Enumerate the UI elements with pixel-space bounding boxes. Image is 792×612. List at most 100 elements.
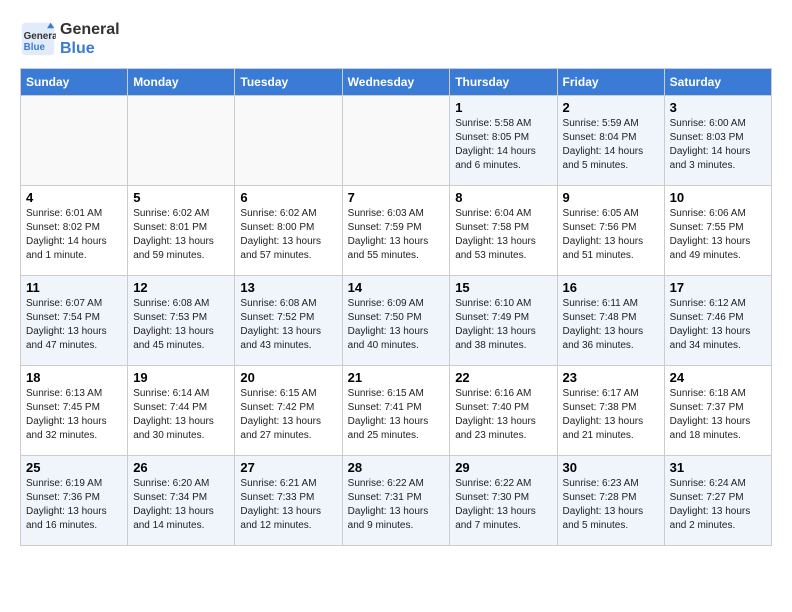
day-info: Sunrise: 6:10 AM Sunset: 7:49 PM Dayligh… bbox=[455, 297, 551, 353]
calendar-cell: 7 Sunrise: 6:03 AM Sunset: 7:59 PM Daylig… bbox=[342, 186, 450, 276]
calendar-cell: 15 Sunrise: 6:10 AM Sunset: 7:49 PM Dayli… bbox=[450, 276, 557, 366]
day-number: 25 bbox=[26, 460, 122, 475]
weekday-header-friday: Friday bbox=[557, 69, 664, 96]
calendar-cell: 23 Sunrise: 6:17 AM Sunset: 7:38 PM Dayli… bbox=[557, 366, 664, 456]
calendar-cell: 6 Sunrise: 6:02 AM Sunset: 8:00 PM Daylig… bbox=[235, 186, 342, 276]
weekday-header-sunday: Sunday bbox=[21, 69, 128, 96]
calendar-cell: 8Sunrise: 6:04 AM Sunset: 7:58 PM Daylig… bbox=[450, 186, 557, 276]
calendar-cell: 17Sunrise: 6:12 AM Sunset: 7:46 PM Dayli… bbox=[664, 276, 771, 366]
day-info: Sunrise: 6:09 AM Sunset: 7:50 PM Dayligh… bbox=[348, 297, 445, 353]
logo-text-blue: Blue bbox=[60, 39, 120, 58]
day-info: Sunrise: 6:02 AM Sunset: 8:01 PM Dayligh… bbox=[133, 207, 229, 263]
day-number: 4 bbox=[26, 190, 122, 205]
day-number: 5 bbox=[133, 190, 229, 205]
calendar-table: SundayMondayTuesdayWednesdayThursdayFrid… bbox=[20, 68, 772, 546]
logo: General Blue General Blue bbox=[20, 20, 120, 58]
weekday-header-wednesday: Wednesday bbox=[342, 69, 450, 96]
calendar-cell: 24 Sunrise: 6:18 AM Sunset: 7:37 PM Dayli… bbox=[664, 366, 771, 456]
svg-text:Blue: Blue bbox=[24, 42, 46, 53]
calendar-cell: 30Sunrise: 6:23 AM Sunset: 7:28 PM Dayli… bbox=[557, 456, 664, 546]
day-number: 24 bbox=[670, 370, 766, 385]
day-number: 20 bbox=[240, 370, 336, 385]
weekday-header-thursday: Thursday bbox=[450, 69, 557, 96]
day-info: Sunrise: 6:16 AM Sunset: 7:40 PM Dayligh… bbox=[455, 387, 551, 443]
day-info: Sunrise: 6:19 AM Sunset: 7:36 PM Dayligh… bbox=[26, 477, 122, 533]
logo-text-general: General bbox=[60, 20, 120, 39]
day-number: 26 bbox=[133, 460, 229, 475]
day-info: Sunrise: 6:08 AM Sunset: 7:53 PM Dayligh… bbox=[133, 297, 229, 353]
day-number: 12 bbox=[133, 280, 229, 295]
calendar-cell: 12 Sunrise: 6:08 AM Sunset: 7:53 PM Dayli… bbox=[128, 276, 235, 366]
day-info: Sunrise: 6:22 AM Sunset: 7:30 PM Dayligh… bbox=[455, 477, 551, 533]
day-number: 22 bbox=[455, 370, 551, 385]
weekday-header-row: SundayMondayTuesdayWednesdayThursdayFrid… bbox=[21, 69, 772, 96]
day-number: 8 bbox=[455, 190, 551, 205]
day-info: Sunrise: 6:11 AM Sunset: 7:48 PM Dayligh… bbox=[563, 297, 659, 353]
day-number: 1 bbox=[455, 100, 551, 115]
day-info: Sunrise: 6:13 AM Sunset: 7:45 PM Dayligh… bbox=[26, 387, 122, 443]
calendar-cell: 25 Sunrise: 6:19 AM Sunset: 7:36 PM Dayli… bbox=[21, 456, 128, 546]
day-number: 3 bbox=[670, 100, 766, 115]
calendar-week-2: 4Sunrise: 6:01 AM Sunset: 8:02 PM Daylig… bbox=[21, 186, 772, 276]
day-number: 2 bbox=[563, 100, 659, 115]
day-info: Sunrise: 6:18 AM Sunset: 7:37 PM Dayligh… bbox=[670, 387, 766, 443]
day-number: 17 bbox=[670, 280, 766, 295]
calendar-cell: 22 Sunrise: 6:16 AM Sunset: 7:40 PM Dayli… bbox=[450, 366, 557, 456]
calendar-cell bbox=[128, 96, 235, 186]
calendar-cell: 14 Sunrise: 6:09 AM Sunset: 7:50 PM Dayli… bbox=[342, 276, 450, 366]
day-info: Sunrise: 6:22 AM Sunset: 7:31 PM Dayligh… bbox=[348, 477, 445, 533]
calendar-cell: 28 Sunrise: 6:22 AM Sunset: 7:31 PM Dayli… bbox=[342, 456, 450, 546]
day-info: Sunrise: 6:15 AM Sunset: 7:41 PM Dayligh… bbox=[348, 387, 445, 443]
day-info: Sunrise: 6:08 AM Sunset: 7:52 PM Dayligh… bbox=[240, 297, 336, 353]
calendar-cell: 11Sunrise: 6:07 AM Sunset: 7:54 PM Dayli… bbox=[21, 276, 128, 366]
calendar-cell bbox=[235, 96, 342, 186]
day-number: 27 bbox=[240, 460, 336, 475]
calendar-cell: 2 Sunrise: 5:59 AM Sunset: 8:04 PM Daylig… bbox=[557, 96, 664, 186]
calendar-cell: 19 Sunrise: 6:14 AM Sunset: 7:44 PM Dayli… bbox=[128, 366, 235, 456]
day-number: 14 bbox=[348, 280, 445, 295]
day-number: 23 bbox=[563, 370, 659, 385]
day-number: 6 bbox=[240, 190, 336, 205]
day-info: Sunrise: 6:03 AM Sunset: 7:59 PM Dayligh… bbox=[348, 207, 445, 263]
day-info: Sunrise: 6:07 AM Sunset: 7:54 PM Dayligh… bbox=[26, 297, 122, 353]
day-info: Sunrise: 6:02 AM Sunset: 8:00 PM Dayligh… bbox=[240, 207, 336, 263]
day-number: 9 bbox=[563, 190, 659, 205]
day-number: 16 bbox=[563, 280, 659, 295]
calendar-cell: 31 Sunrise: 6:24 AM Sunset: 7:27 PM Dayli… bbox=[664, 456, 771, 546]
day-info: Sunrise: 6:17 AM Sunset: 7:38 PM Dayligh… bbox=[563, 387, 659, 443]
calendar-week-3: 11Sunrise: 6:07 AM Sunset: 7:54 PM Dayli… bbox=[21, 276, 772, 366]
calendar-cell: 20 Sunrise: 6:15 AM Sunset: 7:42 PM Dayli… bbox=[235, 366, 342, 456]
day-info: Sunrise: 6:06 AM Sunset: 7:55 PM Dayligh… bbox=[670, 207, 766, 263]
day-info: Sunrise: 6:00 AM Sunset: 8:03 PM Dayligh… bbox=[670, 117, 766, 173]
day-number: 18 bbox=[26, 370, 122, 385]
calendar-cell: 13 Sunrise: 6:08 AM Sunset: 7:52 PM Dayli… bbox=[235, 276, 342, 366]
calendar-cell: 29Sunrise: 6:22 AM Sunset: 7:30 PM Dayli… bbox=[450, 456, 557, 546]
day-number: 21 bbox=[348, 370, 445, 385]
day-info: Sunrise: 6:24 AM Sunset: 7:27 PM Dayligh… bbox=[670, 477, 766, 533]
day-number: 13 bbox=[240, 280, 336, 295]
calendar-cell: 18 Sunrise: 6:13 AM Sunset: 7:45 PM Dayli… bbox=[21, 366, 128, 456]
weekday-header-saturday: Saturday bbox=[664, 69, 771, 96]
day-number: 31 bbox=[670, 460, 766, 475]
day-info: Sunrise: 5:58 AM Sunset: 8:05 PM Dayligh… bbox=[455, 117, 551, 173]
day-number: 7 bbox=[348, 190, 445, 205]
day-number: 28 bbox=[348, 460, 445, 475]
calendar-cell: 4Sunrise: 6:01 AM Sunset: 8:02 PM Daylig… bbox=[21, 186, 128, 276]
calendar-cell: 10Sunrise: 6:06 AM Sunset: 7:55 PM Dayli… bbox=[664, 186, 771, 276]
calendar-cell: 27Sunrise: 6:21 AM Sunset: 7:33 PM Dayli… bbox=[235, 456, 342, 546]
calendar-cell: 26Sunrise: 6:20 AM Sunset: 7:34 PM Dayli… bbox=[128, 456, 235, 546]
calendar-cell bbox=[342, 96, 450, 186]
day-info: Sunrise: 6:14 AM Sunset: 7:44 PM Dayligh… bbox=[133, 387, 229, 443]
day-number: 15 bbox=[455, 280, 551, 295]
day-info: Sunrise: 5:59 AM Sunset: 8:04 PM Dayligh… bbox=[563, 117, 659, 173]
weekday-header-tuesday: Tuesday bbox=[235, 69, 342, 96]
day-number: 30 bbox=[563, 460, 659, 475]
calendar-cell: 1 Sunrise: 5:58 AM Sunset: 8:05 PM Daylig… bbox=[450, 96, 557, 186]
calendar-cell: 16 Sunrise: 6:11 AM Sunset: 7:48 PM Dayli… bbox=[557, 276, 664, 366]
calendar-week-5: 25 Sunrise: 6:19 AM Sunset: 7:36 PM Dayli… bbox=[21, 456, 772, 546]
calendar-cell: 5 Sunrise: 6:02 AM Sunset: 8:01 PM Daylig… bbox=[128, 186, 235, 276]
calendar-cell: 3 Sunrise: 6:00 AM Sunset: 8:03 PM Daylig… bbox=[664, 96, 771, 186]
day-info: Sunrise: 6:15 AM Sunset: 7:42 PM Dayligh… bbox=[240, 387, 336, 443]
calendar-cell: 21 Sunrise: 6:15 AM Sunset: 7:41 PM Dayli… bbox=[342, 366, 450, 456]
day-number: 19 bbox=[133, 370, 229, 385]
